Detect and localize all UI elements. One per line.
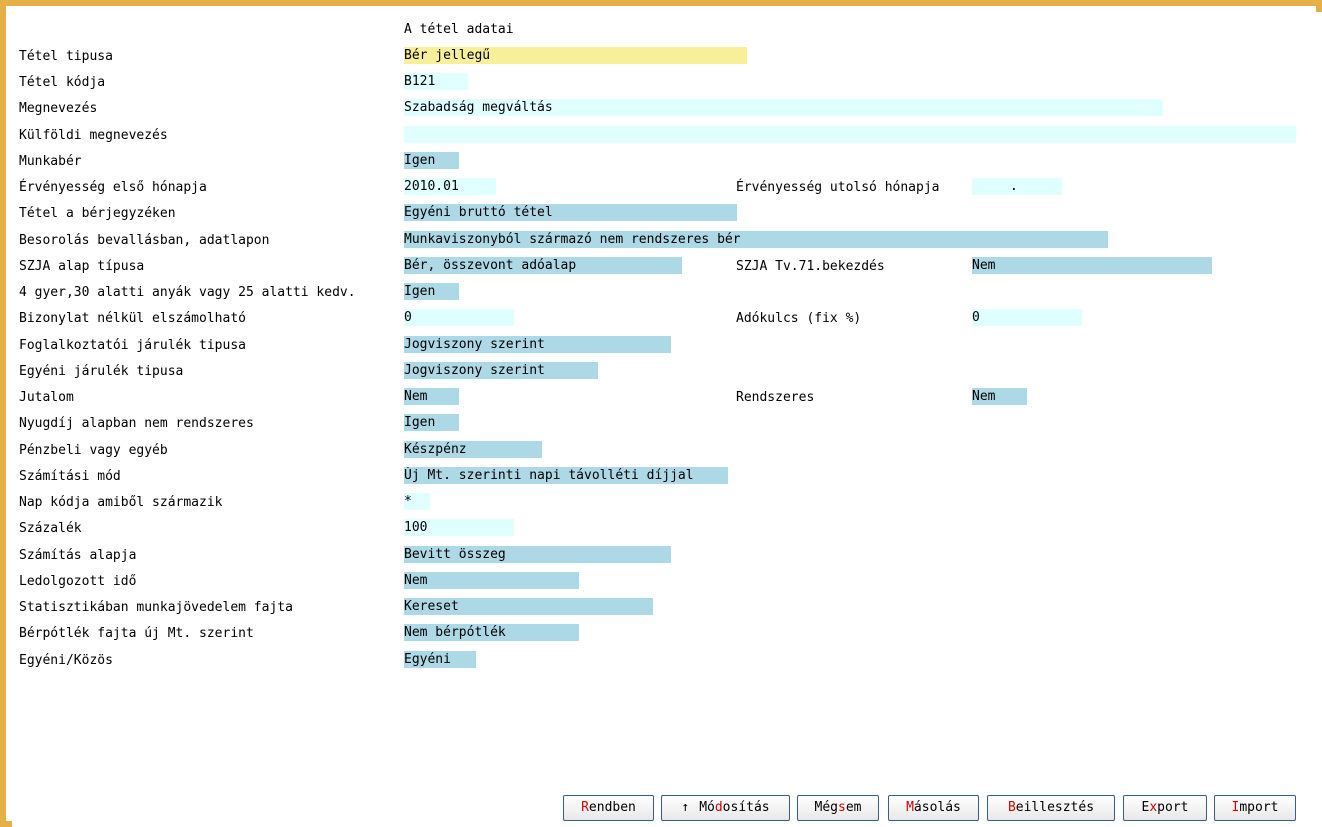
label-jutalom: Jutalom: [19, 390, 74, 405]
field-szamitas-alapja[interactable]: Bevitt összeg: [404, 546, 671, 563]
masolas-label: ásolás: [913, 800, 961, 815]
label-ervenyesseg-elso: Érvényesség első hónapja: [19, 180, 207, 195]
field-bizonylat-nelkul[interactable]: 0: [404, 309, 514, 326]
label-szja-tv71: SZJA Tv.71.bekezdés: [736, 259, 885, 274]
label-besorolas: Besorolás bevallásban, adatlapon: [19, 233, 270, 248]
label-kulfoldi-megnevezes: Külföldi megnevezés: [19, 128, 168, 143]
modositas-hotkey: d: [714, 800, 723, 815]
label-nyugdij-alap: Nyugdíj alapban nem rendszeres: [19, 416, 254, 431]
field-besorolas[interactable]: Munkaviszonyból származó nem rendszeres …: [404, 231, 1108, 248]
field-tetel-tipusa[interactable]: Bér jellegű: [404, 47, 747, 64]
field-ervenyesseg-elso[interactable]: 2010.01: [404, 178, 496, 195]
label-statisztika: Statisztikában munkajövedelem fajta: [19, 600, 293, 615]
arrow-up-icon: ↑: [681, 800, 690, 815]
field-tetel-berjegyzeken[interactable]: Egyéni bruttó tétel: [404, 204, 737, 221]
beillesztes-hotkey: B: [1007, 800, 1016, 815]
field-ervenyesseg-utolso[interactable]: .: [972, 178, 1062, 195]
field-szazalek[interactable]: 100: [404, 519, 514, 536]
window-frame: A tétel adatai Tétel tipusa Tétel kódja …: [0, 0, 1322, 827]
modositas-label-pre: Mó: [699, 800, 715, 815]
export-label: port: [1157, 800, 1189, 815]
field-munkaber[interactable]: Igen: [404, 152, 459, 169]
modositas-button[interactable]: ↑ Módosítás: [661, 795, 790, 821]
label-tetel-kodja: Tétel kódja: [19, 75, 106, 90]
field-jutalom[interactable]: Nem: [404, 388, 459, 405]
label-foglalkoztatoi-jarulek: Foglalkoztatói járulék tipusa: [19, 338, 246, 353]
label-szja-alap-tipusa: SZJA alap típusa: [19, 259, 145, 274]
beillesztes-button[interactable]: Beillesztés: [987, 795, 1115, 821]
megsem-button[interactable]: Mégsem: [797, 795, 879, 821]
export-hotkey: x: [1149, 800, 1158, 815]
label-szazalek: Százalék: [19, 521, 82, 536]
form-panel: A tétel adatai Tétel tipusa Tétel kódja …: [12, 12, 1322, 827]
label-ledolgozott-ido: Ledolgozott idő: [19, 574, 137, 589]
field-nap-kodja[interactable]: *: [404, 493, 430, 510]
label-bizonylat-nelkul: Bizonylat nélkül elszámolható: [19, 311, 246, 326]
megsem-hotkey: s: [838, 800, 846, 815]
megsem-label-pre: Még: [814, 800, 838, 815]
label-egyeni-jarulek: Egyéni járulék tipusa: [19, 364, 184, 379]
label-szamitas-alapja: Számítás alapja: [19, 548, 137, 563]
field-statisztika[interactable]: Kereset: [404, 598, 653, 615]
label-munkaber: Munkabér: [19, 154, 82, 169]
label-berpotlek: Bérpótlék fajta új Mt. szerint: [19, 626, 254, 641]
field-tetel-kodja[interactable]: B121: [404, 73, 468, 90]
field-megnevezes[interactable]: Szabadság megváltás: [404, 99, 1163, 116]
form-title: A tétel adatai: [404, 22, 514, 37]
label-szamitasi-mod: Számítási mód: [19, 469, 121, 484]
field-szja-alap-tipusa[interactable]: Bér, összevont adóalap: [404, 257, 682, 274]
masolas-button[interactable]: Másolás: [888, 795, 979, 821]
rendben-hotkey: R: [581, 800, 589, 815]
rendben-label: endben: [588, 800, 636, 815]
modositas-label: osítás: [722, 800, 770, 815]
field-foglalkoztatoi-jarulek[interactable]: Jogviszony szerint: [404, 336, 671, 353]
masolas-hotkey: M: [906, 800, 914, 815]
import-button[interactable]: Import: [1214, 795, 1296, 821]
label-penzbeli: Pénzbeli vagy egyéb: [19, 443, 168, 458]
label-megnevezes: Megnevezés: [19, 101, 98, 116]
label-nap-kodja: Nap kódja amiből származik: [19, 495, 223, 510]
label-adokulcs: Adókulcs (fix %): [736, 311, 862, 326]
field-nyugdij-alap[interactable]: Igen: [404, 414, 459, 431]
rendben-button[interactable]: Rendben: [563, 795, 654, 821]
field-rendszeres[interactable]: Nem: [972, 388, 1027, 405]
label-egyeni-kozos: Egyéni/Közös: [19, 653, 113, 668]
label-kedvezmeny: 4 gyer,30 alatti anyák vagy 25 alatti ke…: [19, 285, 356, 300]
beillesztes-label: eillesztés: [1015, 800, 1095, 815]
label-tetel-berjegyzeken: Tétel a bérjegyzéken: [19, 206, 176, 221]
field-adokulcs[interactable]: 0: [972, 309, 1082, 326]
field-szja-tv71[interactable]: Nem: [972, 257, 1212, 274]
label-rendszeres: Rendszeres: [736, 390, 815, 405]
label-ervenyesseg-utolso: Érvényesség utolsó hónapja: [736, 180, 940, 195]
field-szamitasi-mod[interactable]: Új Mt. szerinti napi távolléti díjjal: [404, 467, 728, 484]
field-berpotlek[interactable]: Nem bérpótlék: [404, 624, 579, 641]
import-label: mport: [1239, 800, 1279, 815]
field-penzbeli[interactable]: Készpénz: [404, 441, 542, 458]
megsem-label: em: [845, 800, 862, 815]
field-kulfoldi-megnevezes[interactable]: [404, 126, 1296, 143]
field-egyeni-jarulek[interactable]: Jogviszony szerint: [404, 362, 598, 379]
field-egyeni-kozos[interactable]: Egyéni: [404, 651, 476, 668]
label-tetel-tipusa: Tétel tipusa: [19, 49, 113, 64]
field-kedvezmeny[interactable]: Igen: [404, 283, 459, 300]
export-button[interactable]: Export: [1123, 795, 1207, 821]
field-ledolgozott-ido[interactable]: Nem: [404, 572, 579, 589]
